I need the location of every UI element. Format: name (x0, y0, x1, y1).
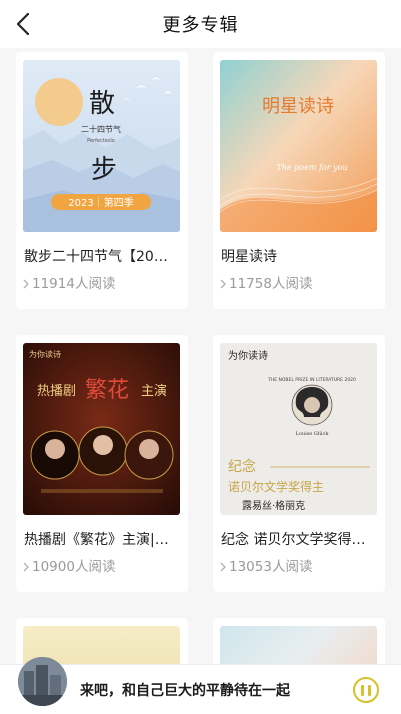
chevron-right-icon (23, 279, 29, 289)
cover-name-en-text: Louise Glück (296, 431, 330, 437)
cover-main-text: 散 (89, 89, 115, 119)
album-title: 纪念 诺贝尔文学奖得… (221, 532, 366, 548)
now-playing-title[interactable]: 来吧，和自己巨大的平静待在一起 (80, 680, 290, 700)
chevron-right-icon (23, 562, 29, 572)
album-cover: 散 二十四节气 Perfectsolo 步 2023｜第四季 (23, 60, 180, 232)
cover-badge: 2023｜第四季 (68, 196, 133, 209)
album-title: 明星读诗 (221, 249, 277, 265)
read-count-text: 11914人阅读 (32, 276, 116, 292)
pause-icon (368, 684, 371, 696)
read-count: 13053人阅读 (219, 555, 312, 575)
cover-prize-text: THE NOBEL PRIZE IN LITERATURE 2020 (267, 377, 356, 383)
cover-sub-text: The poem for you (276, 163, 347, 172)
cover-sub-text: 二十四节气 (81, 124, 121, 134)
album-cover: 为你读诗 热播剧 繁花 主演 (23, 343, 180, 515)
chevron-right-icon (220, 562, 226, 572)
album-cover: 为你读诗 THE NOBEL PRIZE IN LITERATURE 2020 … (220, 343, 377, 515)
read-count: 10900人阅读 (22, 555, 115, 575)
album-title: 热播剧《繁花》主演|… (24, 532, 169, 548)
cover-brand-text: 为你读诗 (29, 349, 61, 359)
album-cover: 明星读诗 The poem for you (220, 60, 377, 232)
chevron-right-icon (220, 279, 226, 289)
cover-main-text: 明星读诗 (262, 96, 334, 117)
read-count-text: 11758人阅读 (229, 276, 313, 292)
pause-button[interactable] (353, 677, 379, 703)
read-count-text: 13053人阅读 (229, 559, 313, 575)
cover-main3-text: 露易丝·格丽克 (242, 499, 305, 512)
cover-sub-en-text: Perfectsolo (87, 138, 115, 144)
album-grid: 散 二十四节气 Perfectsolo 步 2023｜第四季 散步二十四节气【2… (0, 0, 401, 713)
cover-main-text: 纪念 (228, 458, 256, 475)
album-card[interactable]: 散 二十四节气 Perfectsolo 步 2023｜第四季 散步二十四节气【2… (16, 52, 188, 309)
cover-main2-text: 诺贝尔文学奖得主 (228, 479, 324, 494)
cover-brand-text: 为你读诗 (228, 349, 268, 362)
album-card[interactable]: 为你读诗 热播剧 繁花 主演 热播剧《繁花》主演|… 10900人阅读 (16, 335, 188, 592)
mini-player[interactable]: 来吧，和自己巨大的平静待在一起 (0, 657, 401, 714)
album-card[interactable]: 明星读诗 The poem for you 明星读诗 11758人阅读 (213, 52, 385, 309)
cover-main2-text: 繁花 (85, 378, 129, 403)
now-playing-thumbnail[interactable] (18, 657, 67, 706)
album-card[interactable]: 为你读诗 THE NOBEL PRIZE IN LITERATURE 2020 … (213, 335, 385, 592)
read-count: 11914人阅读 (22, 272, 115, 292)
cover-main3-text: 主演 (141, 383, 167, 399)
album-title: 散步二十四节气【20… (24, 249, 168, 265)
read-count: 11758人阅读 (219, 272, 312, 292)
read-count-text: 10900人阅读 (32, 559, 116, 575)
cover-main-text: 热播剧 (37, 384, 76, 399)
pause-icon (361, 684, 364, 696)
cover-main2-text: 步 (91, 155, 117, 185)
